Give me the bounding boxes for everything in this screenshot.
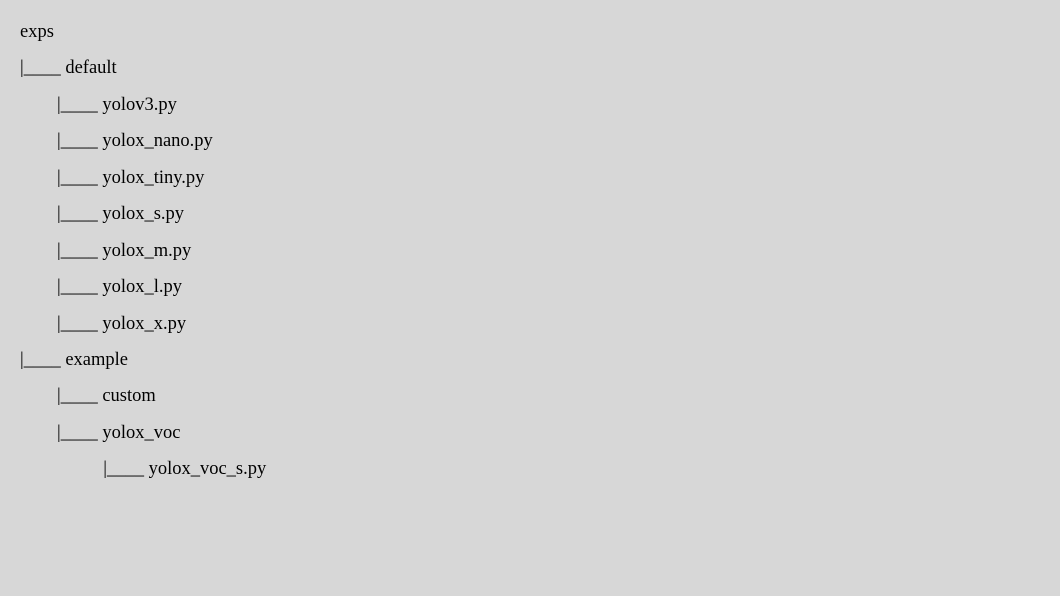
tree-line: |____ custom bbox=[20, 378, 1040, 414]
directory-tree-block: exps|____ default |____ yolov3.py |____ … bbox=[0, 0, 1060, 596]
tree-line: |____ yolox_voc_s.py bbox=[20, 451, 1040, 487]
tree-line: |____ default bbox=[20, 50, 1040, 86]
tree-line: |____ yolox_voc bbox=[20, 415, 1040, 451]
tree-line: |____ yolox_x.py bbox=[20, 306, 1040, 342]
tree-line: |____ yolox_nano.py bbox=[20, 123, 1040, 159]
tree-line: |____ yolox_tiny.py bbox=[20, 160, 1040, 196]
tree-line: |____ yolox_s.py bbox=[20, 196, 1040, 232]
tree-line: |____ yolox_m.py bbox=[20, 233, 1040, 269]
tree-line: exps bbox=[20, 14, 1040, 50]
tree-line: |____ example bbox=[20, 342, 1040, 378]
tree-line: |____ yolox_l.py bbox=[20, 269, 1040, 305]
tree-line: |____ yolov3.py bbox=[20, 87, 1040, 123]
